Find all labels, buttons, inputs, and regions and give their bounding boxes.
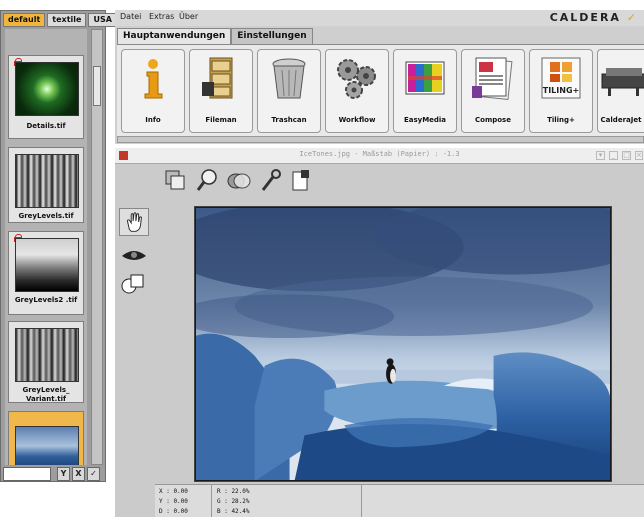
thumbnail-image bbox=[15, 238, 79, 292]
tiling-icon: TILING+ bbox=[541, 57, 581, 99]
svg-text:TILING+: TILING+ bbox=[543, 86, 579, 95]
overlay-icon[interactable] bbox=[163, 168, 187, 194]
color-chart-icon bbox=[405, 61, 445, 95]
tab-hauptanwendungen[interactable]: Hauptanwendungen bbox=[117, 28, 232, 44]
app-launcher-strip: Info Fileman Trashcan Workflow EasyMedia… bbox=[117, 44, 644, 136]
thumbnail-image bbox=[15, 426, 79, 465]
thumbnail-icetones[interactable] bbox=[8, 411, 84, 465]
window-menu-icon[interactable]: ▾ bbox=[596, 151, 605, 160]
app-strip-scrollbar[interactable] bbox=[117, 136, 644, 143]
app-label: Info bbox=[145, 116, 161, 124]
thumbnail-label: Details.tif bbox=[26, 122, 66, 130]
menu-datei[interactable]: Datei bbox=[120, 12, 141, 21]
scrollbar-handle[interactable] bbox=[93, 66, 101, 106]
cursor-x-readout: X : 0.00 bbox=[159, 488, 188, 495]
folder-tabs: default textile USA bbox=[3, 13, 117, 27]
app-label: Compose bbox=[475, 116, 511, 124]
app-info[interactable]: Info bbox=[121, 49, 185, 133]
app-calderajet[interactable]: CalderaJet bbox=[597, 49, 644, 133]
compose-icon bbox=[472, 57, 513, 100]
gears-icon bbox=[337, 59, 376, 99]
panel-footer: Y X ✓ bbox=[3, 467, 103, 481]
thumbnail-details[interactable]: Details.tif bbox=[8, 55, 84, 139]
app-workflow[interactable]: Workflow bbox=[325, 49, 389, 133]
thumbnail-image bbox=[15, 154, 79, 208]
file-browser-panel: default textile USA Details.tif GreyLeve… bbox=[0, 10, 117, 482]
thumbnail-scrollbar[interactable] bbox=[91, 29, 103, 465]
caldera-logo: CALDERA ✓ bbox=[550, 11, 638, 24]
trashcan-icon bbox=[272, 58, 306, 99]
thumbnail-list: Details.tif GreyLevels.tif GreyLevels2 .… bbox=[5, 29, 87, 465]
app-easymedia[interactable]: EasyMedia bbox=[393, 49, 457, 133]
thumbnail-label: GreyLevels_ Variant.tif bbox=[22, 386, 70, 403]
red-readout: R : 22.0% bbox=[217, 488, 250, 495]
app-label: EasyMedia bbox=[403, 116, 447, 124]
cursor-y-readout: Y : 0.00 bbox=[159, 498, 188, 505]
app-compose[interactable]: Compose bbox=[461, 49, 525, 133]
filter-button[interactable]: Y bbox=[57, 467, 70, 481]
printer-icon bbox=[601, 68, 644, 96]
blue-readout: B : 42.4% bbox=[217, 508, 250, 515]
info-icon bbox=[144, 59, 163, 99]
hand-tool-icon[interactable] bbox=[119, 208, 149, 236]
thumbnail-image bbox=[15, 328, 79, 382]
app-label: Trashcan bbox=[271, 116, 307, 124]
app-label: CalderaJet bbox=[600, 116, 642, 124]
application-toolbar: Hauptanwendungen Einstellungen Info File… bbox=[115, 26, 644, 144]
green-readout: G : 28.2% bbox=[217, 498, 250, 505]
minimize-icon[interactable]: _ bbox=[609, 151, 618, 160]
apply-button[interactable]: ✓ bbox=[87, 467, 100, 481]
thumbnail-label: GreyLevels2 .tif bbox=[14, 296, 78, 304]
wrench-icon[interactable] bbox=[259, 168, 283, 194]
logo-check-icon: ✓ bbox=[626, 11, 638, 24]
maximize-icon[interactable]: □ bbox=[622, 151, 631, 160]
toolbar-tabs: Hauptanwendungen Einstellungen bbox=[117, 28, 313, 44]
menu-extras[interactable]: Extras bbox=[149, 12, 174, 21]
app-label: Tiling+ bbox=[547, 116, 575, 124]
file-cabinet-icon bbox=[202, 57, 233, 99]
cursor-d-readout: D : 0.00 bbox=[159, 508, 188, 515]
filter-input[interactable] bbox=[3, 467, 51, 481]
pixel-info-bar: X : 0.00 Y : 0.00 D : 0.00 R : 22.0% G :… bbox=[155, 484, 644, 517]
density-icon[interactable] bbox=[227, 168, 251, 194]
tab-default[interactable]: default bbox=[3, 13, 46, 27]
tab-einstellungen[interactable]: Einstellungen bbox=[231, 28, 313, 44]
image-viewer-window: IceTones.jpg - Maßstab (Papier) : -1.3 ▾… bbox=[115, 148, 644, 517]
viewer-titlebar: IceTones.jpg - Maßstab (Papier) : -1.3 ▾… bbox=[115, 148, 644, 164]
thumbnail-greylevels[interactable]: GreyLevels.tif bbox=[8, 147, 84, 223]
close-icon[interactable]: × bbox=[635, 151, 643, 160]
thumbnail-label: GreyLevels.tif bbox=[18, 212, 74, 220]
remove-button[interactable]: X bbox=[72, 467, 85, 481]
app-trashcan[interactable]: Trashcan bbox=[257, 49, 321, 133]
app-tiling[interactable]: TILING+ Tiling+ bbox=[529, 49, 593, 133]
zoom-icon[interactable] bbox=[195, 168, 219, 194]
menu-uber[interactable]: Über bbox=[179, 12, 198, 21]
app-label: Workflow bbox=[338, 116, 376, 124]
thumbnail-greylevels2[interactable]: GreyLevels2 .tif bbox=[8, 231, 84, 315]
logo-text: CALDERA bbox=[549, 11, 621, 24]
tab-usa[interactable]: USA bbox=[88, 13, 117, 27]
menu-bar: Datei Extras Über CALDERA ✓ bbox=[115, 10, 644, 26]
thumbnail-greylevels-variant[interactable]: GreyLevels_ Variant.tif bbox=[8, 321, 84, 403]
tab-textile[interactable]: textile bbox=[47, 13, 87, 27]
app-fileman[interactable]: Fileman bbox=[189, 49, 253, 133]
eye-icon[interactable] bbox=[119, 242, 149, 270]
status-divider bbox=[211, 485, 212, 517]
app-label: Fileman bbox=[205, 116, 237, 124]
status-divider bbox=[361, 485, 362, 517]
thumbnail-image bbox=[15, 62, 79, 116]
viewer-title: IceTones.jpg - Maßstab (Papier) : -1.3 bbox=[299, 150, 460, 158]
page-icon[interactable] bbox=[289, 168, 313, 194]
shapes-icon[interactable] bbox=[119, 270, 149, 298]
image-canvas[interactable] bbox=[194, 206, 612, 482]
